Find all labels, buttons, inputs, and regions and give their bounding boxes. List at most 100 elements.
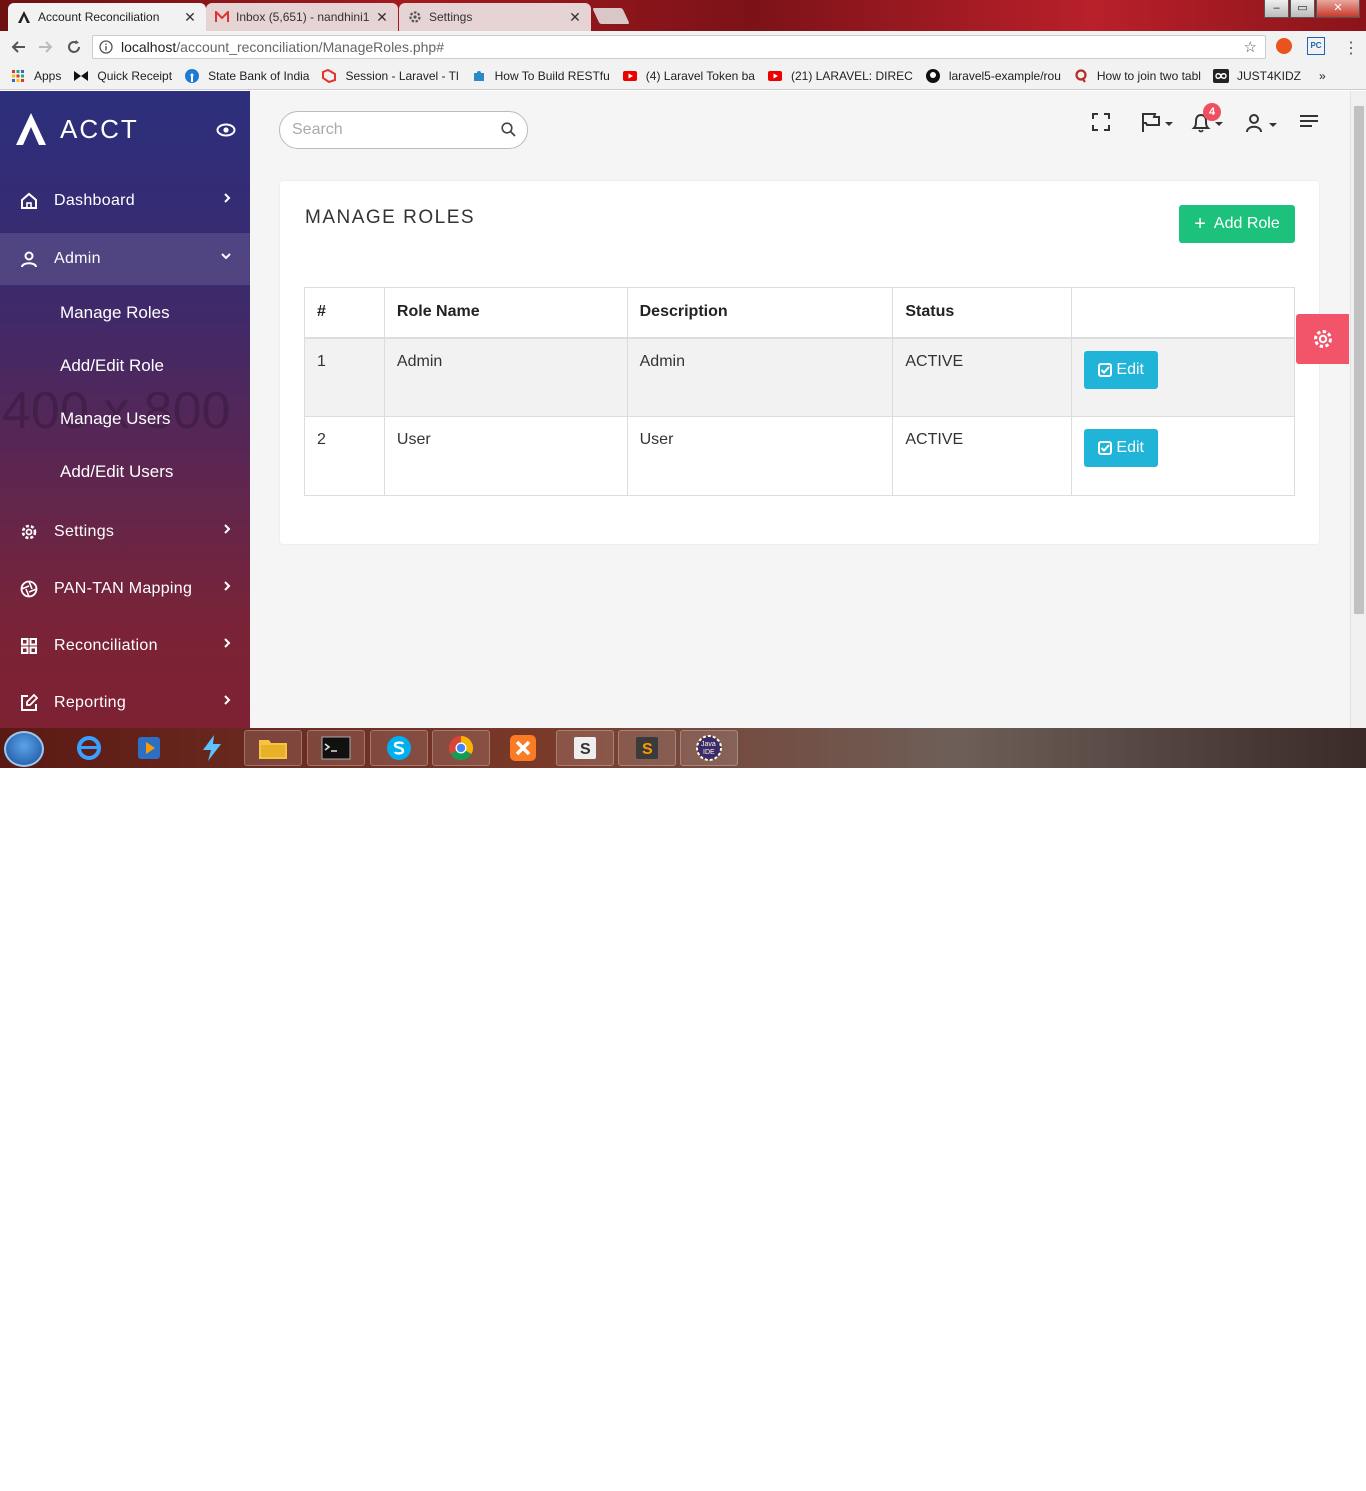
sidebar-item-dashboard[interactable]: Dashboard xyxy=(0,174,250,228)
new-tab-button[interactable] xyxy=(592,8,630,24)
close-window-button[interactable]: ✕ xyxy=(1316,0,1360,18)
chrome-icon[interactable] xyxy=(432,730,490,766)
bookmark-apps[interactable]: Apps xyxy=(10,68,61,84)
bookmarks-overflow-button[interactable]: » xyxy=(1319,69,1326,83)
bookmark-sbi[interactable]: State Bank of India xyxy=(184,68,309,84)
cell-status: ACTIVE xyxy=(892,337,1073,417)
bookmark-laravel-direc[interactable]: (21) LARAVEL: DIREC xyxy=(767,68,913,84)
sublime-text-icon[interactable]: S xyxy=(618,730,676,766)
forward-icon[interactable] xyxy=(32,33,60,61)
manage-roles-card: MANAGE ROLES + Add Role # Role Name Desc… xyxy=(280,181,1319,544)
bookmark-label: State Bank of India xyxy=(208,69,310,83)
show-hidden-icons-icon[interactable]: ▲ xyxy=(1176,1468,1187,1481)
clock-date: 22-05-2018 xyxy=(1284,1477,1342,1489)
user-account-icon[interactable] xyxy=(1245,113,1279,133)
edit-role-button[interactable]: Edit xyxy=(1084,429,1159,467)
sidebar-item-reconciliation[interactable]: Reconciliation xyxy=(0,619,250,673)
bookmark-just4kidz[interactable]: JUST4KIDZ xyxy=(1212,68,1301,84)
bookmark-quick-receipt[interactable]: Quick Receipt xyxy=(73,68,172,84)
apps-grid-icon xyxy=(10,68,26,84)
sidebar-item-label: Dashboard xyxy=(54,192,135,209)
reload-icon[interactable] xyxy=(60,33,88,61)
table-row: 1 Admin Admin ACTIVE Edit xyxy=(304,337,1295,417)
file-explorer-icon[interactable] xyxy=(244,730,302,766)
close-icon[interactable]: ✕ xyxy=(182,9,198,26)
lightning-app-icon[interactable] xyxy=(183,730,241,766)
sidebar-item-admin[interactable]: Admin xyxy=(0,233,250,285)
fullscreen-icon[interactable] xyxy=(1092,113,1110,131)
svg-text:IDE: IDE xyxy=(703,749,715,756)
gmail-icon xyxy=(214,9,230,25)
minimize-button[interactable]: – xyxy=(1264,0,1289,18)
add-role-button[interactable]: + Add Role xyxy=(1179,205,1295,243)
taskbar-clock[interactable]: 11:45 22-05-2018 xyxy=(1283,1461,1343,1491)
command-prompt-icon[interactable] xyxy=(307,730,365,766)
maximize-button[interactable]: ▭ xyxy=(1290,0,1315,18)
volume-icon[interactable]: ▂▃▅ xyxy=(1233,1468,1258,1481)
theme-settings-button[interactable] xyxy=(1296,314,1349,364)
bookmark-label: Quick Receipt xyxy=(97,69,173,83)
bookmark-join-tables[interactable]: How to join two tabl xyxy=(1073,68,1201,84)
media-player-icon[interactable] xyxy=(120,730,178,766)
tab-settings[interactable]: Settings ✕ xyxy=(399,3,591,31)
sidebar-item-pan-tan-mapping[interactable]: PAN-TAN Mapping xyxy=(0,562,250,616)
pc-extension-icon[interactable]: PC xyxy=(1307,37,1325,55)
scrollbar-thumb[interactable] xyxy=(1354,106,1364,614)
start-button[interactable] xyxy=(4,731,44,767)
chevron-right-icon xyxy=(222,694,232,706)
bookmark-label: JUST4KIDZ xyxy=(1236,69,1301,83)
internet-explorer-icon[interactable] xyxy=(60,730,118,766)
page-scrollbar[interactable] xyxy=(1350,91,1366,728)
github-icon xyxy=(925,68,941,84)
column-header-number: # xyxy=(304,287,385,339)
search-input[interactable] xyxy=(279,111,528,149)
address-bar[interactable]: localhost/account_reconciliation/ManageR… xyxy=(92,35,1266,59)
system-tray: ▲ ⚑ ▮ ▂▃▅ xyxy=(1176,1468,1268,1481)
quora-icon xyxy=(1073,68,1089,84)
windows-taskbar: S S Java IDE ▲ ⚑ ▮ ▂▃▅ 11:45 22-05-2018 xyxy=(0,728,1366,1489)
column-header-role-name: Role Name xyxy=(383,287,628,339)
chevron-right-icon xyxy=(222,637,232,649)
acct-logo-icon xyxy=(16,113,46,145)
back-icon[interactable] xyxy=(4,33,32,61)
sidebar-subitem-add-edit-role[interactable]: Add/Edit Role xyxy=(60,356,164,376)
extension-icon[interactable] xyxy=(1276,38,1292,54)
check-square-icon xyxy=(1098,362,1116,377)
network-icon[interactable]: ⚑ xyxy=(1197,1468,1207,1481)
sidebar-item-reporting[interactable]: Reporting xyxy=(0,676,250,728)
sidebar-subitem-manage-users[interactable]: Manage Users xyxy=(60,409,171,429)
bookmark-restful[interactable]: How To Build RESTfu xyxy=(471,68,610,84)
search-icon[interactable] xyxy=(501,122,516,137)
close-icon[interactable]: ✕ xyxy=(567,9,583,26)
edit-label: Edit xyxy=(1116,439,1144,456)
java-ee-ide-icon[interactable]: Java IDE xyxy=(680,730,738,766)
tab-account-reconciliation[interactable]: Account Reconciliation ✕ xyxy=(8,3,206,31)
bookmark-laravel5-example[interactable]: laravel5-example/rou xyxy=(925,68,1061,84)
main-content: 4 MANAGE ROLES + Add Role # Role Name De… xyxy=(250,91,1350,728)
edit-role-button[interactable]: Edit xyxy=(1084,350,1159,389)
flag-icon[interactable] xyxy=(1141,113,1175,133)
brand[interactable]: ACCT xyxy=(16,113,139,145)
tab-gmail-inbox[interactable]: Inbox (5,651) - nandhini1 ✕ xyxy=(206,3,398,31)
cell-description: User xyxy=(626,416,894,496)
info-icon[interactable] xyxy=(99,40,113,54)
sidebar-toggle-icon[interactable] xyxy=(216,123,236,137)
sbi-icon xyxy=(184,68,200,84)
bookmark-star-icon[interactable]: ☆ xyxy=(1244,38,1257,56)
menu-lines-icon[interactable] xyxy=(1300,113,1318,129)
sublime-icon[interactable]: S xyxy=(556,730,614,766)
xampp-icon[interactable] xyxy=(494,730,552,766)
bookmark-laravel-token[interactable]: (4) Laravel Token ba xyxy=(622,68,755,84)
youtube-icon xyxy=(767,68,783,84)
sidebar-subitem-add-edit-users[interactable]: Add/Edit Users xyxy=(60,462,173,482)
sidebar-subitem-manage-roles[interactable]: Manage Roles xyxy=(60,303,170,323)
more-menu-icon[interactable]: ⋮ xyxy=(1343,38,1359,58)
sidebar-item-settings[interactable]: Settings xyxy=(0,505,250,559)
close-icon[interactable]: ✕ xyxy=(374,9,390,26)
bookmark-laravel-session[interactable]: Session - Laravel - Tl xyxy=(321,68,459,84)
bookmark-label: How to join two tabl xyxy=(1096,69,1201,83)
battery-icon[interactable]: ▮ xyxy=(1217,1468,1223,1481)
skype-icon[interactable] xyxy=(370,730,428,766)
roles-table: # Role Name Description Status 1 Admin A… xyxy=(304,287,1295,496)
svg-text:S: S xyxy=(580,741,591,758)
